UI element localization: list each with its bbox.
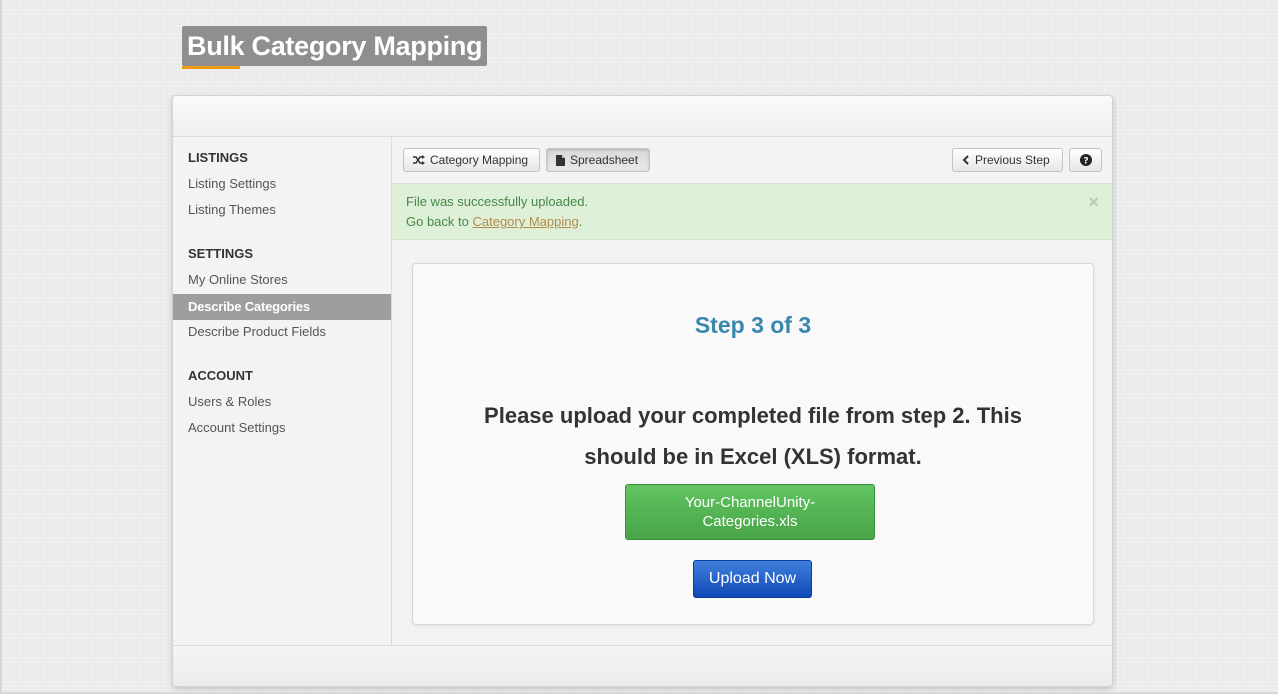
success-alert: File was successfully uploaded. Go back … [392, 184, 1112, 240]
sidebar-heading-listings: LISTINGS [188, 150, 248, 165]
main-content: Category Mapping Spreadsheet Previous St… [392, 137, 1112, 645]
close-icon[interactable]: × [1088, 192, 1099, 213]
toolbar: Category Mapping Spreadsheet Previous St… [392, 137, 1112, 184]
step-instruction-line1: Please upload your completed file from s… [484, 403, 1022, 428]
category-mapping-label: Category Mapping [430, 153, 529, 167]
sidebar-heading-settings: SETTINGS [188, 246, 254, 261]
help-button[interactable]: ? [1069, 148, 1102, 172]
panel-header [173, 96, 1112, 137]
chevron-left-icon [962, 155, 970, 165]
spreadsheet-button[interactable]: Spreadsheet [546, 148, 650, 172]
category-mapping-button[interactable]: Category Mapping [403, 148, 540, 172]
upload-now-button[interactable]: Upload Now [693, 560, 812, 598]
svg-text:?: ? [1083, 157, 1088, 167]
category-mapping-link[interactable]: Category Mapping [472, 214, 578, 229]
window-left-edge [0, 0, 2, 694]
sidebar: LISTINGS Listing Settings Listing Themes… [173, 137, 392, 645]
step-instruction-line2: should be in Excel (XLS) format. [584, 444, 922, 469]
file-icon [556, 154, 565, 166]
step-title: Step 3 of 3 [694, 312, 812, 338]
download-file-button[interactable]: Your-ChannelUnity-Categories.xls [625, 484, 875, 540]
sidebar-item-users-roles[interactable]: Users & Roles [173, 389, 391, 415]
sidebar-item-listing-themes[interactable]: Listing Themes [173, 197, 391, 223]
sidebar-item-account-settings[interactable]: Account Settings [173, 415, 391, 441]
alert-message: File was successfully uploaded. [406, 194, 589, 209]
sidebar-item-my-online-stores[interactable]: My Online Stores [173, 267, 391, 293]
alert-go-back-prefix: Go back to [406, 214, 473, 229]
panel-footer [173, 645, 1112, 686]
sidebar-item-describe-categories[interactable]: Describe Categories [173, 294, 391, 320]
title-underline [182, 66, 240, 69]
page-title: Bulk Category Mapping [182, 26, 488, 66]
step-card: Step 3 of 3 Please upload your completed… [412, 263, 1094, 625]
spreadsheet-label: Spreadsheet [570, 153, 639, 167]
main-panel: LISTINGS Listing Settings Listing Themes… [172, 95, 1113, 687]
alert-go-back-suffix: . [578, 214, 583, 229]
sidebar-heading-account: ACCOUNT [188, 368, 253, 383]
alert-go-back: Go back to Category Mapping. [406, 214, 582, 229]
step-instruction: Please upload your completed file from s… [433, 395, 1073, 477]
question-circle-icon: ? [1079, 154, 1092, 167]
sidebar-item-listing-settings[interactable]: Listing Settings [173, 171, 391, 197]
previous-step-button[interactable]: Previous Step [952, 148, 1063, 172]
previous-step-label: Previous Step [975, 153, 1050, 167]
shuffle-icon [413, 155, 425, 165]
sidebar-item-describe-product-fields[interactable]: Describe Product Fields [173, 319, 391, 345]
